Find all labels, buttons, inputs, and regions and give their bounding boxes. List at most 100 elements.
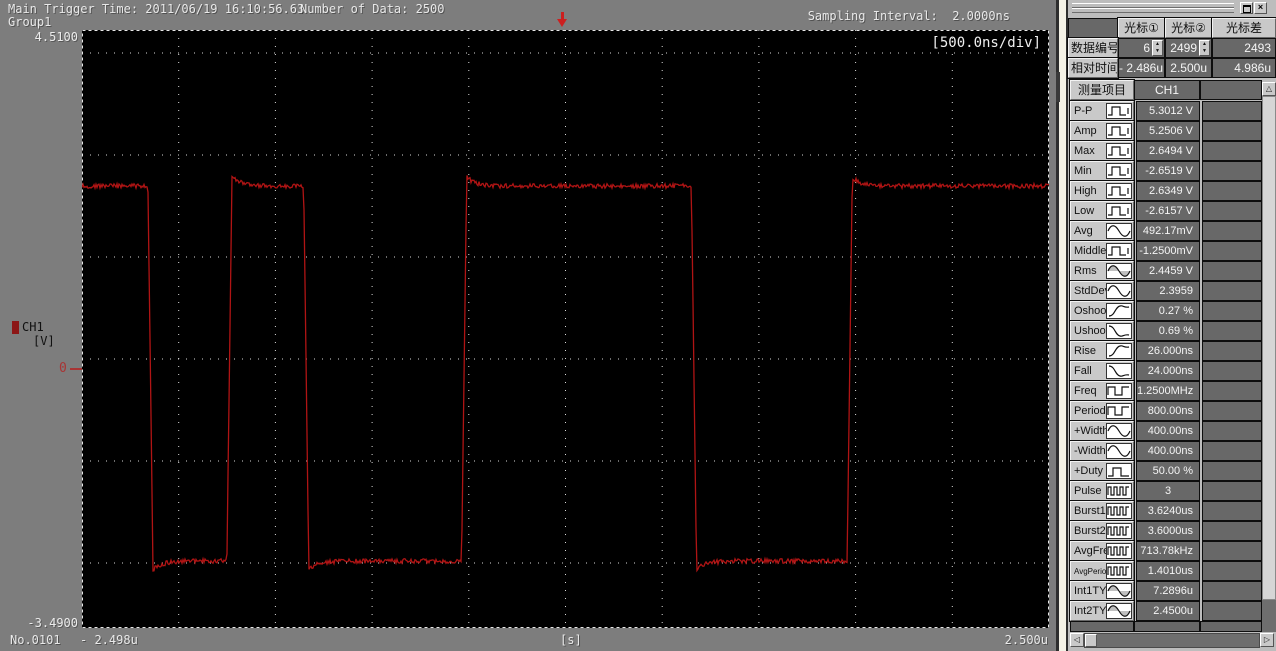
measurement-label-cell[interactable]: Burst1 [1070, 501, 1134, 521]
measure-item-header: 测量项目 [1070, 80, 1134, 100]
measurement-diff-cell [1202, 181, 1262, 201]
measurement-row: +Width400.00ns [1070, 421, 1262, 441]
measurement-row: AvgFreq713.78kHz [1070, 541, 1262, 561]
cursor-diff-header: 光标差 [1212, 18, 1276, 38]
measurement-label: Pulse [1074, 485, 1102, 497]
measurement-value: 400.00ns [1136, 441, 1200, 461]
splitter-grip[interactable] [1056, 72, 1060, 102]
measurement-label-cell[interactable]: Burst2 [1070, 521, 1134, 541]
cursor1-index-spinner[interactable]: ▲ ▼ [1152, 40, 1163, 56]
measurement-label-cell[interactable]: Max [1070, 141, 1134, 161]
measurement-value: 5.2506 V [1136, 121, 1200, 141]
measurement-label-cell[interactable]: Avg [1070, 221, 1134, 241]
measurement-row: Period800.00ns [1070, 401, 1262, 421]
measurement-label-cell[interactable]: -Width [1070, 441, 1134, 461]
group-label: Group1 [8, 15, 51, 29]
spinner-down-icon[interactable]: ▼ [1153, 48, 1162, 55]
measurement-row: Max2.6494 V [1070, 141, 1262, 161]
measurement-label-cell[interactable]: Rms [1070, 261, 1134, 281]
sine-icon [1106, 423, 1132, 439]
spinner-up-icon[interactable]: ▲ [1200, 41, 1209, 48]
spinner-up-icon[interactable]: ▲ [1153, 41, 1162, 48]
measurement-value: 24.000ns [1136, 361, 1200, 381]
measurement-label-cell[interactable]: AvgFreq [1070, 541, 1134, 561]
measurement-diff-cell [1202, 601, 1262, 621]
measurement-diff-cell [1202, 581, 1262, 601]
measurement-row: Amp 5.2506 V [1070, 121, 1262, 141]
panel-splitter[interactable] [1056, 0, 1068, 651]
measurement-label: High [1074, 185, 1097, 197]
channel-color-icon [12, 321, 19, 334]
vertical-scrollbar-track-end[interactable] [1262, 600, 1276, 632]
cursor1-index-field[interactable]: 6 ▲ ▼ [1118, 38, 1165, 58]
measurement-diff-cell [1202, 241, 1262, 261]
measurement-label: Fall [1074, 365, 1092, 377]
train-icon [1106, 483, 1132, 499]
cursor2-index-spinner[interactable]: ▲ ▼ [1199, 40, 1210, 56]
cursor1-header: 光标① [1118, 18, 1165, 38]
pulse-icon [1106, 243, 1132, 259]
measurement-diff-cell [1202, 461, 1262, 481]
rise-icon [1106, 343, 1132, 359]
measurement-row: Burst13.6240us [1070, 501, 1262, 521]
y-axis-top-label: 4.5100 [8, 30, 78, 44]
maximize-icon [1243, 5, 1251, 13]
horizontal-scrollbar[interactable] [1084, 633, 1260, 648]
measurement-label: Amp [1074, 125, 1097, 137]
close-icon: × [1258, 2, 1263, 12]
measurement-label-cell[interactable]: High [1070, 181, 1134, 201]
x-unit-label: [s] [560, 633, 582, 647]
measurement-diff-cell [1202, 501, 1262, 521]
measurement-diff-cell [1202, 281, 1262, 301]
measurement-label-cell[interactable]: Int1TY [1070, 581, 1134, 601]
close-button[interactable]: × [1254, 2, 1267, 14]
measurement-label-cell[interactable]: Middle [1070, 241, 1134, 261]
horizontal-scrollbar-thumb[interactable] [1085, 634, 1097, 647]
measurement-label-cell[interactable]: Min [1070, 161, 1134, 181]
measurement-label-cell[interactable]: AvgPeriod [1070, 561, 1134, 581]
blank-cell [1200, 621, 1262, 632]
maximize-button[interactable] [1240, 2, 1253, 14]
measurement-label-cell[interactable]: +Duty [1070, 461, 1134, 481]
measurement-label-cell[interactable]: Fall [1070, 361, 1134, 381]
measurement-value: 2.4500u [1136, 601, 1200, 621]
measurement-diff-cell [1202, 261, 1262, 281]
scroll-up-button[interactable]: △ [1262, 82, 1276, 96]
measurement-label-cell[interactable]: Amp [1070, 121, 1134, 141]
measurement-label-cell[interactable]: Pulse [1070, 481, 1134, 501]
train-icon [1106, 543, 1132, 559]
train-icon [1106, 563, 1132, 579]
measurement-label-cell[interactable]: StdDev [1070, 281, 1134, 301]
measurement-row: -Width400.00ns [1070, 441, 1262, 461]
measurement-label-cell[interactable]: P-P [1070, 101, 1134, 121]
shade-icon [1106, 603, 1132, 619]
measurement-value: 0.27 % [1136, 301, 1200, 321]
measurement-label-cell[interactable]: Freq [1070, 381, 1134, 401]
measurement-label-cell[interactable]: Low [1070, 201, 1134, 221]
cursor-corner-cell [1068, 18, 1118, 38]
pulse-icon [1106, 203, 1132, 219]
measurement-diff-cell [1202, 341, 1262, 361]
cursor2-header: 光标② [1165, 18, 1212, 38]
measurement-label-cell[interactable]: +Width [1070, 421, 1134, 441]
scroll-right-button[interactable]: ▷ [1260, 633, 1274, 647]
measurement-label-cell[interactable]: Int2TY [1070, 601, 1134, 621]
scroll-left-button[interactable]: ◁ [1070, 633, 1084, 647]
measurement-label-cell[interactable]: Rise [1070, 341, 1134, 361]
cursor2-index-field[interactable]: 2499 ▲ ▼ [1165, 38, 1212, 58]
fall-icon [1106, 363, 1132, 379]
measurement-row: Rms2.4459 V [1070, 261, 1262, 281]
measurement-label-cell[interactable]: Period [1070, 401, 1134, 421]
spinner-down-icon[interactable]: ▼ [1200, 48, 1209, 55]
measurement-label-cell[interactable]: Ushoot [1070, 321, 1134, 341]
waveform-display[interactable]: [500.0ns/div] [82, 30, 1049, 628]
panel-titlebar[interactable]: × [1070, 2, 1274, 15]
trigger-position-icon[interactable] [554, 11, 570, 29]
measurement-value: 3.6240us [1136, 501, 1200, 521]
measurement-value: 400.00ns [1136, 421, 1200, 441]
vertical-scrollbar[interactable] [1262, 96, 1276, 600]
measurement-value: -1.2500mV [1136, 241, 1200, 261]
square-icon [1106, 403, 1132, 419]
measurement-label-cell[interactable]: Oshoot [1070, 301, 1134, 321]
pulse-icon [1106, 103, 1132, 119]
